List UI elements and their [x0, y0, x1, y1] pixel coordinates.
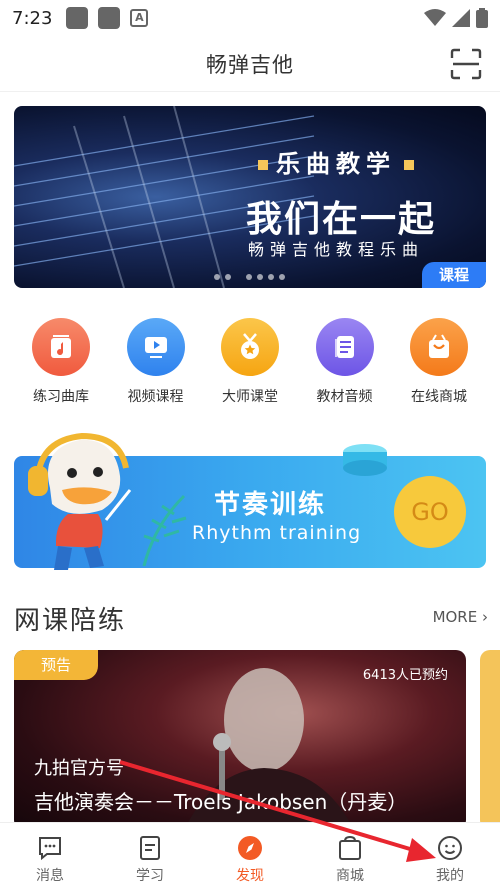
category-label: 教材音频 [316, 389, 373, 405]
promo-banner[interactable]: 乐曲教学 我们在一起 畅弹吉他教程乐曲 课程 [14, 106, 486, 288]
category-label: 视频课程 [127, 389, 184, 405]
app-header: 畅弹吉他 [0, 36, 500, 92]
study-icon [140, 836, 160, 860]
live-course-card[interactable]: 预告 6413人已预约 九拍官方号 吉他演奏会－－Troels Jakobsen… [14, 650, 466, 830]
go-button[interactable]: GO [394, 476, 466, 548]
battery-icon [476, 8, 488, 28]
nav-label: 发现 [236, 868, 264, 884]
bottom-nav: 消息 学习 发现 商城 我的 [0, 822, 500, 890]
profile-icon [438, 836, 462, 860]
nav-item-profile[interactable]: 我的 [400, 823, 500, 890]
gallery-icon [66, 7, 89, 29]
carousel-dot [257, 274, 263, 280]
signal-icon [452, 9, 470, 27]
category-label: 大师课堂 [222, 389, 278, 405]
section-title: 网课陪练 [14, 606, 127, 636]
rhythm-title: 节奏训练 [214, 490, 327, 520]
banner-title: 我们在一起 [246, 199, 437, 240]
nav-item-discover[interactable]: 发现 [200, 823, 300, 890]
message-icon [39, 837, 61, 861]
category-online-shop[interactable]: 在线商城 [396, 318, 482, 406]
gallery-icon [98, 7, 121, 29]
carousel-dot [268, 274, 274, 280]
duck-mascot-image [28, 432, 132, 570]
category-textbook-audio[interactable]: 教材音频 [302, 318, 388, 406]
carousel-dot [214, 274, 220, 280]
live-title: 吉他演奏会－－Troels Jakobsen（丹麦） [34, 790, 408, 814]
carousel-indicator [214, 274, 285, 280]
music-library-icon [32, 318, 90, 376]
live-author: 九拍官方号 [34, 758, 124, 779]
medal-icon [221, 318, 279, 376]
nav-label: 商城 [336, 868, 364, 884]
status-time: 7:23 [12, 7, 53, 29]
nav-label: 学习 [136, 868, 164, 884]
scan-icon[interactable] [450, 48, 482, 80]
reservation-count: 6413人已预约 [362, 668, 448, 683]
nav-label: 消息 [36, 868, 64, 884]
rhythm-subtitle: Rhythm training [192, 522, 362, 544]
page-title: 畅弹吉他 [206, 52, 294, 77]
next-live-card[interactable] [480, 650, 500, 830]
more-label: MORE [432, 608, 478, 626]
preview-tag: 预告 [14, 650, 98, 680]
nav-label: 我的 [436, 868, 464, 884]
nav-item-shop[interactable]: 商城 [300, 823, 400, 890]
chevron-right-icon: › [482, 608, 488, 626]
banner-description: 畅弹吉他教程乐曲 [248, 240, 425, 259]
shop-icon [339, 835, 361, 860]
document-icon [315, 318, 374, 376]
nav-item-study[interactable]: 学习 [100, 823, 200, 890]
a-icon: A [130, 9, 149, 27]
category-grid: 练习曲库 视频课程 大师课堂 教材音频 在线商城 [14, 318, 486, 406]
banner-subtitle: 乐曲教学 [250, 144, 422, 179]
discover-icon [238, 836, 262, 860]
banner-tag: 课程 [422, 262, 486, 288]
category-music-library[interactable]: 练习曲库 [18, 318, 104, 406]
carousel-dot [279, 274, 285, 280]
wifi-icon [424, 9, 446, 26]
drum-icon [343, 444, 387, 476]
nav-item-message[interactable]: 消息 [0, 823, 100, 890]
carousel-dot [225, 274, 231, 280]
category-label: 在线商城 [411, 389, 467, 405]
video-course-icon [126, 318, 185, 376]
shopping-bag-icon [410, 318, 468, 376]
status-bar: 7:23 A [0, 0, 500, 36]
carousel-dot [246, 274, 252, 280]
category-label: 练习曲库 [33, 389, 89, 405]
more-link[interactable]: MORE › [433, 608, 488, 626]
category-video-course[interactable]: 视频课程 [113, 318, 199, 406]
category-master-class[interactable]: 大师课堂 [207, 318, 293, 406]
